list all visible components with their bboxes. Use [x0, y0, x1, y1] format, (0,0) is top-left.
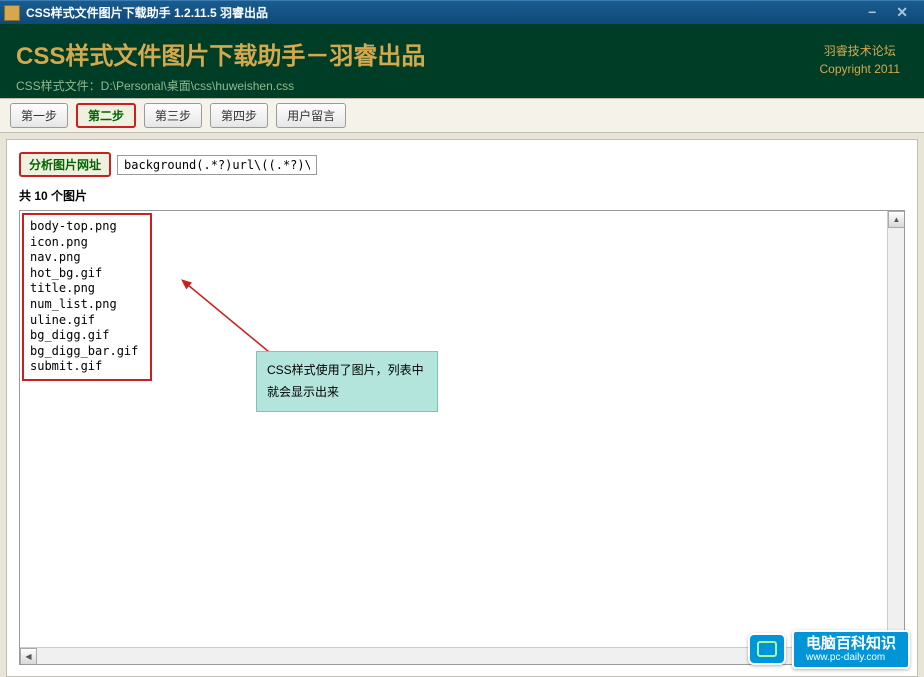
file-list: body-top.png icon.png nav.png hot_bg.gif…: [22, 213, 152, 381]
file-path-label: CSS样式文件：D:\Personal\桌面\css\huweishen.css: [16, 77, 908, 94]
tab-step1[interactable]: 第一步: [10, 103, 68, 128]
analyze-button[interactable]: 分析图片网址: [19, 152, 111, 177]
content-area: 分析图片网址 共 10 个图片 body-top.png icon.png na…: [6, 139, 918, 677]
app-icon: [4, 5, 20, 21]
results-container: body-top.png icon.png nav.png hot_bg.gif…: [19, 210, 905, 665]
list-item[interactable]: hot_bg.gif: [30, 266, 144, 282]
regex-pattern-input[interactable]: [117, 155, 317, 175]
list-item[interactable]: body-top.png: [30, 219, 144, 235]
list-item[interactable]: nav.png: [30, 250, 144, 266]
image-count-label: 共 10 个图片: [19, 187, 905, 204]
app-title: CSS样式文件图片下载助手－羽睿出品: [16, 36, 908, 71]
tab-step2[interactable]: 第二步: [76, 103, 136, 128]
minimize-button[interactable]: −: [862, 4, 882, 21]
header-credits: 羽睿技术论坛 Copyright 2011: [820, 42, 901, 78]
watermark-url: www.pc-daily.com: [806, 652, 896, 663]
list-item[interactable]: bg_digg.gif: [30, 328, 144, 344]
annotation-tooltip: CSS样式使用了图片，列表中就会显示出来: [256, 351, 438, 412]
action-row: 分析图片网址: [19, 152, 905, 177]
tab-feedback[interactable]: 用户留言: [276, 103, 346, 128]
list-item[interactable]: num_list.png: [30, 297, 144, 313]
window-titlebar: CSS样式文件图片下载助手 1.2.11.5 羽睿出品 − ✕: [0, 0, 924, 24]
list-item[interactable]: icon.png: [30, 235, 144, 251]
scroll-left-button[interactable]: ◀: [20, 648, 37, 665]
list-item[interactable]: uline.gif: [30, 313, 144, 329]
watermark: 电脑百科知识 www.pc-daily.com: [748, 630, 910, 670]
watermark-icon: [748, 633, 786, 665]
watermark-text: 电脑百科知识 www.pc-daily.com: [792, 630, 910, 670]
tabs-bar: 第一步 第二步 第三步 第四步 用户留言: [0, 98, 924, 133]
app-header: CSS样式文件图片下载助手－羽睿出品 CSS样式文件：D:\Personal\桌…: [0, 24, 924, 98]
forum-link[interactable]: 羽睿技术论坛: [820, 42, 901, 60]
window-title: CSS样式文件图片下载助手 1.2.11.5 羽睿出品: [26, 4, 862, 21]
tab-step4[interactable]: 第四步: [210, 103, 268, 128]
tab-step3[interactable]: 第三步: [144, 103, 202, 128]
list-item[interactable]: title.png: [30, 281, 144, 297]
copyright-text: Copyright 2011: [820, 60, 901, 78]
scroll-up-button[interactable]: ▲: [888, 211, 905, 228]
watermark-name: 电脑百科知识: [806, 636, 896, 653]
close-button[interactable]: ✕: [890, 4, 914, 21]
window-controls: − ✕: [862, 4, 920, 21]
vertical-scrollbar[interactable]: ▲ ▼: [887, 211, 904, 647]
list-item[interactable]: submit.gif: [30, 359, 144, 375]
list-item[interactable]: bg_digg_bar.gif: [30, 344, 144, 360]
